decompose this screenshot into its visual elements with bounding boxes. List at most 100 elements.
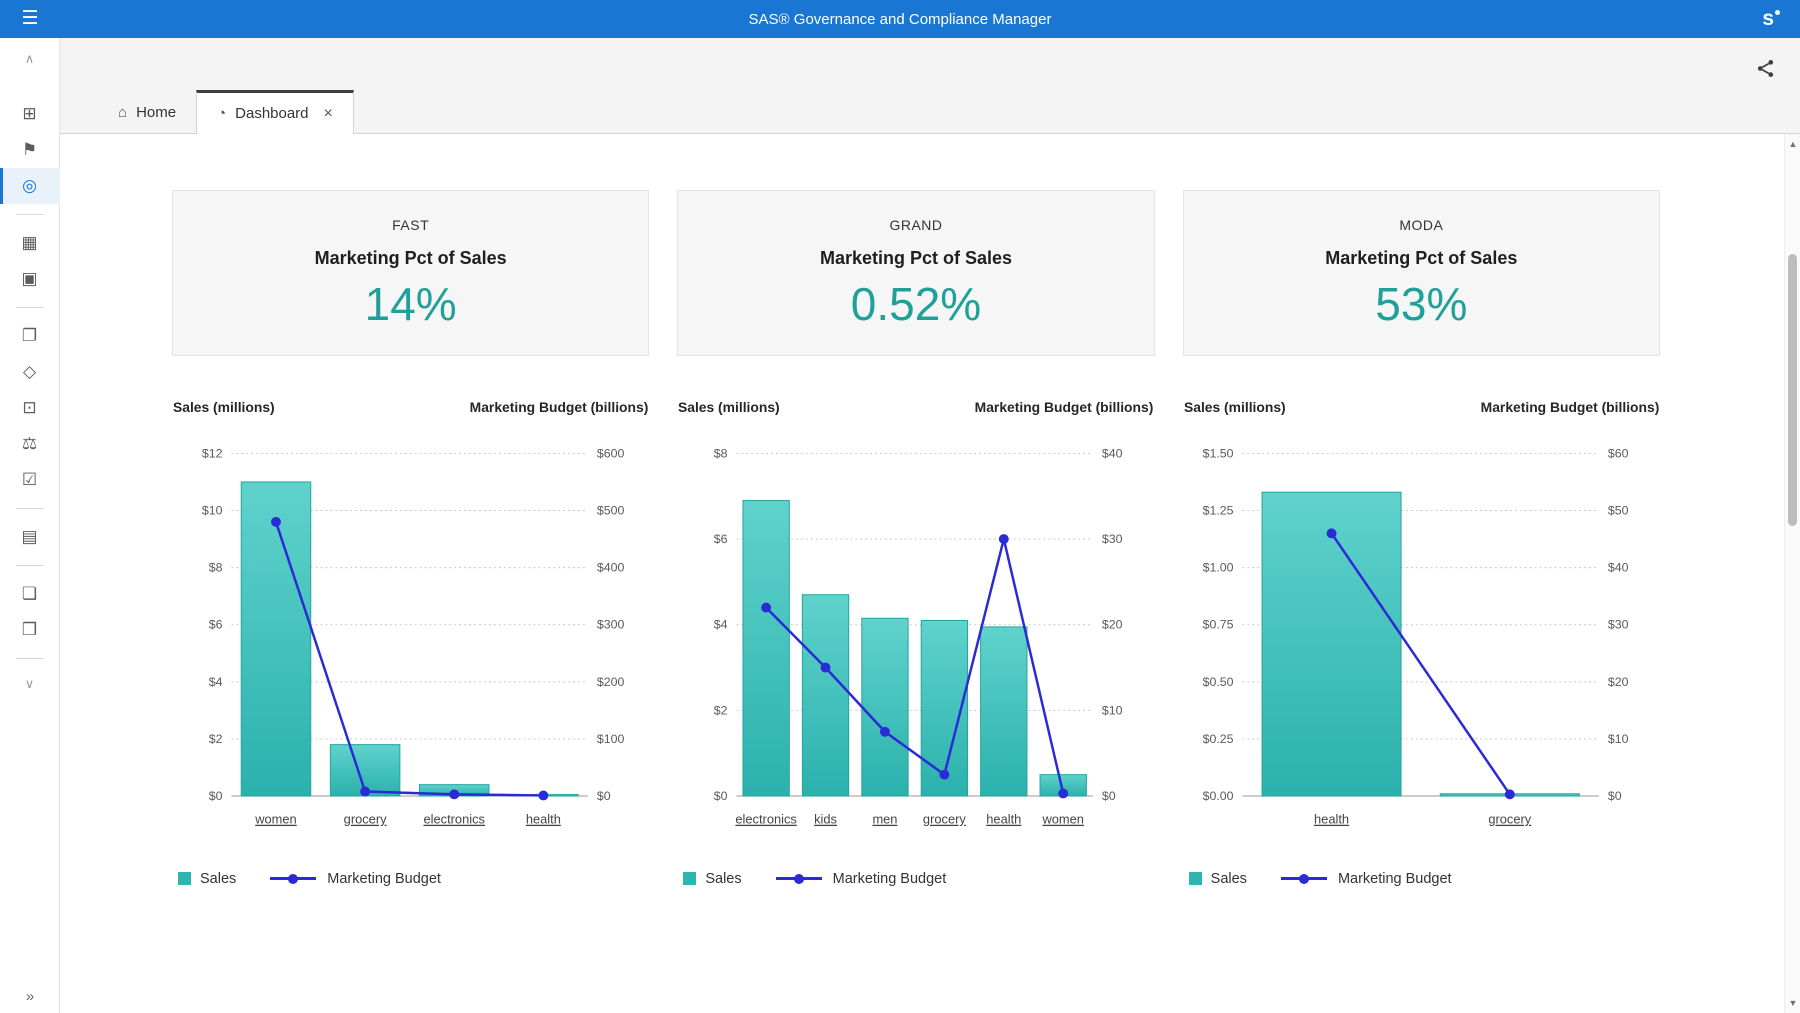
kpi-label: Marketing Pct of Sales <box>1194 248 1649 269</box>
left-tick-label: $2 <box>714 703 728 717</box>
sidebar-expand-icon[interactable]: » <box>0 988 60 1005</box>
right-tick-label: $0 <box>1102 789 1116 803</box>
tab-home-label: Home <box>136 104 176 121</box>
home-icon: ⌂ <box>118 104 127 121</box>
right-tick-label: $600 <box>597 446 625 460</box>
sidebar-item-checklist-icon[interactable]: ☑ <box>0 462 60 498</box>
legend-marketing-budget[interactable]: Marketing Budget <box>1281 871 1452 887</box>
category-label-electronics[interactable]: electronics <box>424 812 485 827</box>
sas-logo[interactable]: s <box>1762 7 1800 31</box>
close-icon[interactable]: × <box>324 105 333 123</box>
right-tick-label: $20 <box>1102 618 1123 632</box>
budget-point-health[interactable] <box>999 534 1009 544</box>
scrollbar-thumb[interactable] <box>1788 254 1797 526</box>
sas-logo-letter: s <box>1762 7 1774 31</box>
sidebar-item-clipboard-icon[interactable]: ▤ <box>0 519 60 555</box>
sidebar: ∧ ⊞⚑◎ ▦▣ ❐◇⊡⚖☑ ▤ ❏❒ ∨ » <box>0 38 60 1013</box>
left-tick-label: $10 <box>202 503 223 517</box>
chart-legend: Sales Marketing Budget <box>1183 871 1660 887</box>
right-tick-label: $0 <box>597 789 611 803</box>
sidebar-divider <box>16 658 44 659</box>
left-tick-label: $0 <box>714 789 728 803</box>
category-label-men[interactable]: men <box>873 812 898 827</box>
sidebar-item-stack-icon[interactable]: ⊡ <box>0 390 60 426</box>
budget-point-grocery[interactable] <box>360 787 370 797</box>
right-tick-label: $10 <box>1607 732 1628 746</box>
legend-budget-label: Marketing Budget <box>833 871 947 887</box>
bar-men[interactable] <box>862 618 908 796</box>
budget-point-health[interactable] <box>1326 528 1336 538</box>
scrollbar[interactable]: ▲ ▼ <box>1784 134 1800 1013</box>
sidebar-divider <box>16 307 44 308</box>
sidebar-scroll-down-icon[interactable]: ∨ <box>0 671 60 697</box>
tab-home[interactable]: ⌂ Home <box>98 92 196 133</box>
legend-sales[interactable]: Sales <box>683 871 741 887</box>
sidebar-item-doc-search-icon[interactable]: ❏ <box>0 576 60 612</box>
category-label-electronics[interactable]: electronics <box>736 812 797 827</box>
left-tick-label: $6 <box>209 618 223 632</box>
bar-kids[interactable] <box>803 595 849 796</box>
bar-health[interactable] <box>981 627 1027 796</box>
menu-icon[interactable]: ☰ <box>0 0 60 38</box>
tab-dashboard-label: Dashboard <box>235 105 308 122</box>
category-label-health[interactable]: health <box>526 812 561 827</box>
kpi-card-grand: GRAND Marketing Pct of Sales 0.52% <box>677 190 1154 356</box>
budget-point-electronics[interactable] <box>762 603 772 613</box>
category-label-women[interactable]: women <box>1042 812 1084 827</box>
left-tick-label: $4 <box>714 618 728 632</box>
share-icon[interactable] <box>1755 58 1776 79</box>
sidebar-item-flag-report-icon[interactable]: ⚑ <box>0 132 60 168</box>
sidebar-item-calendar-icon[interactable]: ▦ <box>0 225 60 261</box>
budget-point-grocery[interactable] <box>1505 789 1515 799</box>
category-label-health[interactable]: health <box>1314 812 1349 827</box>
category-label-kids[interactable]: kids <box>814 812 837 827</box>
left-tick-label: $0.75 <box>1202 618 1233 632</box>
sidebar-item-share-doc-icon[interactable]: ❐ <box>0 318 60 354</box>
budget-point-grocery[interactable] <box>940 770 950 780</box>
budget-point-health[interactable] <box>538 790 548 800</box>
sidebar-item-case-icon[interactable]: ▣ <box>0 261 60 297</box>
dashboard-tab-icon: ◔ <box>217 105 226 122</box>
category-label-women[interactable]: women <box>254 812 296 827</box>
sales-swatch-icon <box>683 872 696 885</box>
charts-row: Sales (millions)Marketing Budget (billio… <box>172 392 1660 887</box>
right-tick-label: $50 <box>1607 503 1628 517</box>
chart-svg: Sales (millions)Marketing Budget (billio… <box>677 392 1154 840</box>
chart-grand: Sales (millions)Marketing Budget (billio… <box>677 392 1154 887</box>
tab-dashboard[interactable]: ◔ Dashboard × <box>196 90 354 134</box>
category-label-grocery[interactable]: grocery <box>923 812 966 827</box>
sidebar-item-gauge-dashboard-icon[interactable]: ◎ <box>0 168 60 204</box>
category-label-grocery[interactable]: grocery <box>344 812 387 827</box>
sas-logo-dot-icon <box>1775 10 1780 15</box>
legend-marketing-budget[interactable]: Marketing Budget <box>270 871 441 887</box>
category-label-health[interactable]: health <box>987 812 1022 827</box>
legend-sales[interactable]: Sales <box>1189 871 1247 887</box>
main-header: ⌂ Home ◔ Dashboard × <box>60 38 1800 133</box>
budget-point-electronics[interactable] <box>449 789 459 799</box>
sidebar-divider <box>16 508 44 509</box>
sidebar-item-doc-gear-icon[interactable]: ❒ <box>0 612 60 648</box>
right-tick-label: $100 <box>597 732 625 746</box>
budget-point-women[interactable] <box>1059 789 1069 799</box>
scroll-up-icon[interactable]: ▲ <box>1785 139 1800 149</box>
legend-marketing-budget[interactable]: Marketing Budget <box>776 871 947 887</box>
chart-fast: Sales (millions)Marketing Budget (billio… <box>172 392 649 887</box>
sidebar-scroll-up-icon[interactable]: ∧ <box>0 46 60 72</box>
bar-electronics[interactable] <box>743 501 789 797</box>
scroll-down-icon[interactable]: ▼ <box>1785 998 1800 1008</box>
sidebar-item-horn-icon[interactable]: ◇ <box>0 354 60 390</box>
budget-point-women[interactable] <box>271 517 281 527</box>
budget-line-icon <box>270 877 316 880</box>
right-tick-label: $30 <box>1607 618 1628 632</box>
left-tick-label: $8 <box>714 446 728 460</box>
category-label-grocery[interactable]: grocery <box>1488 812 1531 827</box>
sidebar-item-box-icon[interactable]: ⊞ <box>0 96 60 132</box>
kpi-brand: MODA <box>1194 217 1649 233</box>
sidebar-item-scales-icon[interactable]: ⚖ <box>0 426 60 462</box>
budget-point-kids[interactable] <box>821 663 831 673</box>
legend-sales[interactable]: Sales <box>178 871 236 887</box>
kpi-value: 0.52% <box>688 277 1143 331</box>
bar-women[interactable] <box>241 482 311 796</box>
budget-point-men[interactable] <box>880 727 890 737</box>
left-tick-label: $0 <box>209 789 223 803</box>
